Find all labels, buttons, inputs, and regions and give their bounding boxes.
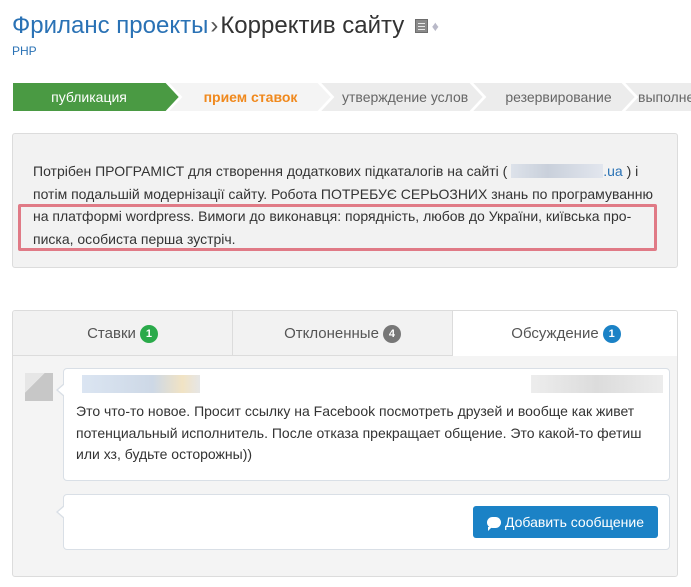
tab-rejected[interactable]: Отклоненные 4: [233, 311, 453, 356]
count-badge: 4: [382, 325, 401, 343]
url-suffix[interactable]: .ua: [603, 163, 622, 179]
stage-label: прием ставок: [203, 89, 298, 105]
breadcrumb-separator: ›: [210, 12, 219, 39]
count-badge: 1: [602, 325, 621, 343]
stage-label: резервирование: [505, 89, 612, 105]
bids-tabs-panel: Ставки 1 Отклоненные 4 Обсуждение 1 Это что…: [12, 310, 678, 577]
comment-text: Это что-то новое. Просит ссылку на Faceb…: [76, 403, 642, 462]
stage-label: публикация: [51, 89, 127, 105]
stage-publication: публикация: [12, 82, 180, 112]
tab-bids[interactable]: Ставки 1: [13, 311, 233, 356]
stage-terms-approval: утверждение условий: [319, 82, 484, 112]
description-text: Потрібен ПРОГРАМІСТ для створення додатк…: [33, 160, 659, 250]
avatar: [25, 373, 53, 401]
tab-discussion[interactable]: Обсуждение 1: [453, 311, 677, 356]
project-title: Корректив сайту: [220, 12, 405, 39]
discussion-comment: Это что-то новое. Просит ссылку на Faceb…: [56, 368, 670, 481]
diamond-icon: ♦: [431, 17, 439, 34]
page-title: Фриланс проекты›Корректив сайту: [12, 10, 404, 42]
count-badge: 1: [139, 325, 158, 343]
page-header: Фриланс проекты›Корректив сайту ♦: [12, 10, 439, 44]
stage-label: утверждение условий: [342, 89, 469, 105]
add-message-label: Добавить сообщение: [505, 514, 644, 530]
redacted-url: [511, 164, 604, 178]
title-icons: ♦: [414, 17, 439, 35]
add-message-button[interactable]: Добавить сообщение: [473, 506, 658, 538]
redacted-date: [531, 375, 663, 393]
breadcrumb-freelance-projects-link[interactable]: Фриланс проекты: [12, 12, 208, 39]
tab-label: Обсуждение: [511, 325, 599, 342]
project-stages: публикация прием ставок утверждение усло…: [12, 82, 691, 112]
reply-box: Добавить сообщение: [56, 494, 670, 550]
tab-label: Ставки: [87, 325, 136, 342]
project-category-link[interactable]: PHP: [12, 44, 37, 58]
description-part-1: Потрібен ПРОГРАМІСТ для створення додатк…: [33, 163, 508, 179]
chat-icon: [487, 517, 501, 531]
redacted-author-name: [82, 375, 200, 393]
document-icon: [414, 18, 428, 33]
project-description: Потрібен ПРОГРАМІСТ для створення додатк…: [12, 133, 678, 268]
stage-accepting-bids: прием ставок: [167, 82, 332, 112]
tab-label: Отклоненные: [284, 325, 379, 342]
stage-reservation: резервирование: [471, 82, 636, 112]
